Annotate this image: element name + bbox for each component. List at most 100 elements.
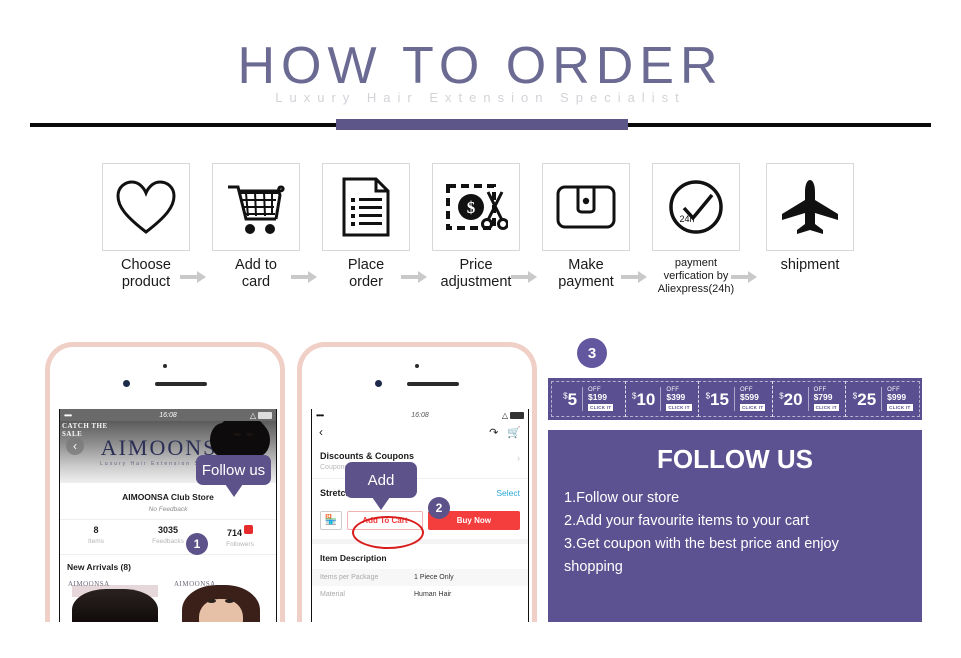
coupon-amount: $5 [563, 391, 577, 408]
store-feedback: No Feedback [148, 506, 188, 513]
document-list-icon [342, 177, 390, 237]
step-make-payment: Make payment [540, 163, 632, 290]
step-payment-verification: 24h payment verfication by Aliexpress(24… [650, 163, 742, 297]
follow-us-step: 2.Add your favourite items to your cart [564, 512, 809, 529]
description-row: Items per Package 1 Piece Only [312, 569, 528, 586]
step-label-line2: product [121, 273, 171, 290]
step-label-line1: Make [568, 257, 604, 273]
back-button[interactable]: ‹ [319, 425, 323, 439]
stat-label: Followers [226, 541, 254, 548]
follow-us-title: FOLLOW US [657, 444, 813, 474]
signal-dots-icon: •••• [316, 410, 324, 420]
phone-earpiece [155, 382, 207, 386]
coupon-cta[interactable]: CLICK IT [739, 404, 766, 412]
coupon-cta[interactable]: CLICK IT [813, 404, 839, 412]
step-label: Choose product [100, 257, 192, 290]
cart-icon[interactable]: 🛒 [507, 426, 521, 439]
product-grid: AIMOONSA AIMOONSA [60, 577, 276, 622]
coupon-amount: $15 [706, 391, 729, 408]
step-badge-2: 2 [428, 497, 450, 519]
clock-check-24h-icon: 24h [669, 180, 723, 234]
step-arrow [731, 271, 757, 283]
step-label: Make payment [540, 257, 632, 290]
step-label-line2: payment [558, 273, 614, 290]
step-place-order: Place order [320, 163, 412, 290]
coupon-item[interactable]: $15 OFF $599 CLICK IT [698, 381, 773, 417]
step-label: Place order [320, 257, 412, 290]
coupon-cta[interactable]: CLICK IT [588, 404, 614, 412]
store-icon[interactable]: 🏪 [320, 511, 342, 530]
description-row: Material Human Hair [312, 586, 528, 603]
step-label-line1: shipment [780, 257, 840, 273]
navbar-actions: ↷ 🛒 [489, 426, 521, 439]
product-card[interactable]: AIMOONSA [170, 577, 272, 622]
follow-us-step: 3.Get coupon with the best price and enj… [564, 535, 839, 552]
description-value: 1 Piece Only [414, 574, 454, 581]
catch-sale-banner: CATCH THE SALE [62, 422, 108, 438]
status-time: 16:08 [159, 411, 177, 419]
airplane-icon [782, 180, 838, 234]
coupon-amount: $10 [632, 391, 655, 408]
step-price-adjustment: $ Price adjustment [430, 163, 522, 290]
product-watermark: AIMOONSA [68, 580, 110, 588]
header-divider-accent [336, 119, 628, 130]
dollar-scissors-coupon-icon: $ [446, 184, 508, 230]
coupon-value: 10 [636, 389, 656, 409]
follow-us-panel: FOLLOW US 1.Follow our store 2.Add your … [548, 430, 922, 622]
coupon-min-spend: $199 [588, 392, 607, 403]
step-label-line1: Add to [235, 257, 277, 273]
coupon-item[interactable]: $25 OFF $999 CLICK IT [845, 381, 920, 417]
coupon-min-spend: $999 [887, 392, 907, 403]
product-watermark: AIMOONSA [174, 580, 216, 588]
stat-value: 8 [93, 525, 99, 535]
step-label-line1: Choose [121, 257, 171, 273]
product-navbar: ‹ ↷ 🛒 [312, 421, 528, 443]
store-stats: 8 Items 3035 Feedbacks 714 Followers [60, 519, 276, 555]
page-subtitle: Luxury Hair Extension Specialist [275, 90, 686, 105]
coupon-item[interactable]: $10 OFF $399 CLICK IT [624, 381, 700, 417]
coupon-min-spend: $799 [813, 392, 833, 403]
coupon-item[interactable]: $5 OFF $199 CLICK IT [551, 381, 626, 417]
stat-value: 714 [204, 525, 276, 538]
step-arrow [291, 271, 317, 283]
coupon-value: 20 [783, 389, 803, 409]
coupon-details: OFF $799 CLICK IT [807, 386, 839, 412]
coupon-cta[interactable]: CLICK IT [887, 404, 913, 412]
phone-front-camera [123, 380, 130, 387]
step-label-line3: Aliexpress(24h) [657, 283, 735, 296]
coupon-cta[interactable]: CLICK IT [666, 404, 692, 412]
step-icon-box [102, 163, 190, 251]
product-card[interactable]: AIMOONSA [64, 577, 166, 622]
stat-followers: 714 Followers [204, 525, 276, 548]
stat-label: Items [88, 538, 104, 545]
coupon-amount: $20 [779, 391, 802, 408]
wifi-icon: △ [249, 410, 256, 420]
select-link[interactable]: Select [496, 488, 520, 498]
signal-dots-icon: •••• [64, 410, 72, 420]
follow-us-step: 1.Follow our store [564, 490, 680, 506]
phone-sensor-dot [415, 364, 419, 368]
step-label-line1: Price [459, 257, 493, 273]
new-arrivals-heading: New Arrivals (8) [67, 562, 131, 572]
description-value: Human Hair [414, 591, 452, 598]
step-label: Price adjustment [430, 257, 522, 290]
step-label-line1: Place [347, 257, 385, 273]
step-arrow [180, 271, 206, 283]
svg-text:24h: 24h [679, 214, 694, 224]
wifi-icon: △ [501, 410, 508, 420]
phone-front-camera [375, 380, 382, 387]
follow-us-callout-bubble: Follow us [196, 455, 271, 497]
share-icon[interactable]: ↷ [489, 426, 498, 439]
status-right: △ [250, 411, 272, 420]
status-right: △ [502, 411, 524, 420]
add-to-cart-button[interactable]: Add To Cart [347, 511, 423, 530]
coupon-item[interactable]: $20 OFF $799 CLICK IT [771, 381, 847, 417]
step-add-to-card: Add to card [210, 163, 302, 290]
step-label-line2: verfication by [663, 270, 729, 283]
status-bar: •••• 16:08 △ [60, 409, 276, 421]
status-bar: •••• 16:08 △ [312, 409, 528, 421]
step-label-line2: order [349, 273, 383, 290]
step-badge-3: 3 [577, 338, 607, 368]
item-description-heading: Item Description [312, 539, 528, 569]
coupon-details: OFF $199 CLICK IT [582, 386, 614, 412]
